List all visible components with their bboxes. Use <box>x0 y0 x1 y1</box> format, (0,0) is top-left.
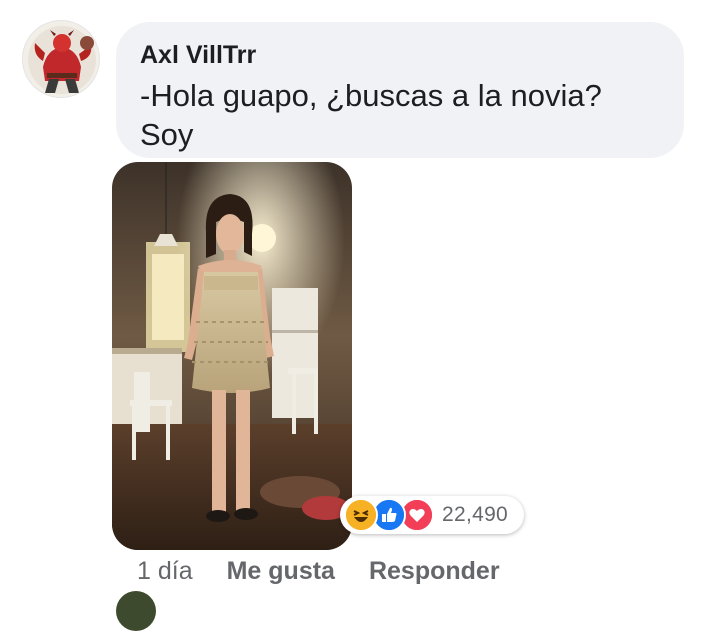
comment-text-line: -Hola guapo, ¿buscas a la novia? Soy <box>140 78 602 152</box>
reply-link[interactable]: Responder <box>369 557 500 586</box>
like-link[interactable]: Me gusta <box>227 557 335 586</box>
comment-author[interactable]: Axl VillTrr <box>140 40 660 70</box>
haha-icon <box>344 498 378 532</box>
commenter-avatar[interactable] <box>22 20 100 98</box>
photo-image <box>112 162 352 550</box>
comment-timestamp[interactable]: 1 día <box>137 557 193 586</box>
comment-bubble: Axl VillTrr -Hola guapo, ¿buscas a la no… <box>116 22 684 191</box>
comment-photo[interactable] <box>112 162 352 550</box>
avatar-image <box>23 21 99 97</box>
reaction-count: 22,490 <box>442 503 509 526</box>
next-comment-avatar[interactable] <box>116 591 156 631</box>
comment-actions: 1 día Me gusta Responder <box>137 555 500 587</box>
reactions-summary[interactable]: 22,490 <box>340 496 524 534</box>
